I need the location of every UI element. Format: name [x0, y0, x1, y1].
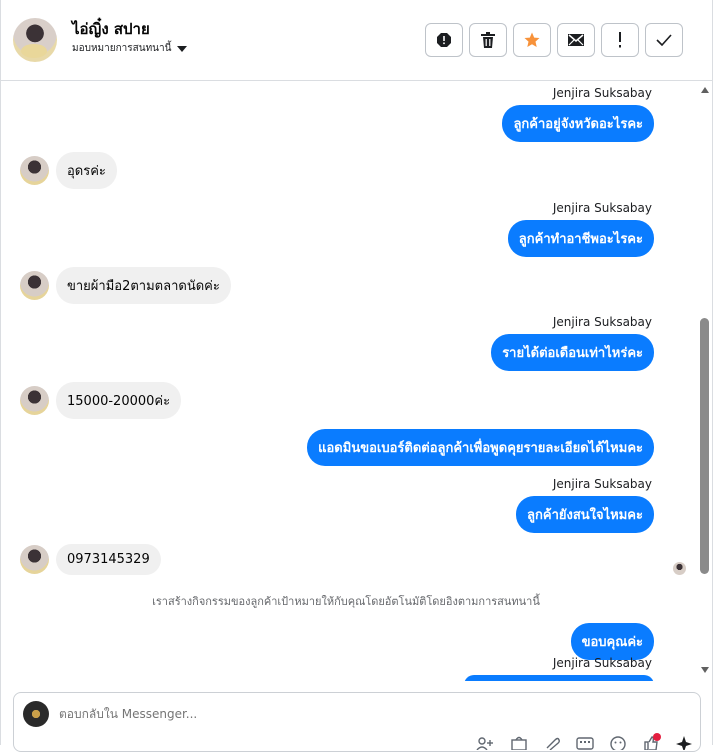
outgoing-message[interactable]: รายได้ต่อเดือนเท่าไหร่คะ [491, 334, 654, 371]
contact-avatar-small[interactable] [20, 156, 49, 185]
mail-icon [568, 34, 584, 46]
incoming-message-row: ขายผ้ามือ2ตามตลาดนัดค่ะ [20, 267, 231, 304]
sender-name: Jenjira Suksabay [552, 86, 652, 100]
spam-icon [437, 33, 451, 47]
conversation-window: ไอ่ญิ๋ง สปาย มอบหมายการสนทนานี้ Jenjira … [0, 0, 713, 752]
incoming-message[interactable]: อุดรค่ะ [56, 152, 117, 189]
reply-input[interactable] [59, 707, 459, 721]
incoming-message-row: อุดรค่ะ [20, 152, 117, 189]
reply-box [13, 692, 701, 752]
contact-avatar-small[interactable] [20, 271, 49, 300]
add-person-icon[interactable] [476, 735, 496, 751]
incoming-message[interactable]: 0973145329 [56, 544, 161, 575]
scroll-up-arrow-icon[interactable] [701, 87, 709, 93]
contact-name[interactable]: ไอ่ญิ๋ง สปาย [72, 17, 150, 41]
scrollbar-thumb[interactable] [700, 318, 709, 574]
shopping-bag-icon[interactable] [509, 735, 529, 751]
incoming-message[interactable]: 15000-20000ค่ะ [56, 382, 182, 419]
trash-icon [481, 32, 495, 48]
star-button[interactable] [513, 23, 551, 57]
sender-name: Jenjira Suksabay [552, 315, 652, 329]
outgoing-message-partial[interactable] [464, 675, 654, 681]
mark-unread-button[interactable] [557, 23, 595, 57]
attachment-icon[interactable] [542, 735, 562, 751]
emoji-icon[interactable] [608, 735, 628, 752]
assign-conversation-dropdown[interactable]: มอบหมายการสนทนานี้ [72, 41, 188, 56]
mark-spam-button[interactable] [425, 23, 463, 57]
sparkle-icon[interactable] [674, 735, 694, 752]
outgoing-message[interactable]: ลูกค้าอยู่จังหวัดอะไรคะ [502, 105, 654, 142]
conversation-header: ไอ่ญิ๋ง สปาย มอบหมายการสนทนานี้ [1, 0, 712, 81]
delete-button[interactable] [469, 23, 507, 57]
caret-down-icon [177, 45, 188, 52]
incoming-message-row: 0973145329 [20, 544, 161, 575]
exclamation-icon [619, 32, 621, 48]
follow-up-button[interactable] [601, 23, 639, 57]
incoming-message[interactable]: ขายผ้ามือ2ตามตลาดนัดค่ะ [56, 267, 231, 304]
scroll-down-arrow-icon[interactable] [701, 667, 709, 673]
contact-avatar-small[interactable] [20, 386, 49, 415]
contact-avatar-small[interactable] [20, 545, 49, 574]
header-actions [425, 23, 683, 57]
seen-indicator-avatar [673, 562, 686, 575]
check-icon [656, 34, 672, 46]
outgoing-message[interactable]: ขอบคุณค่ะ [570, 623, 654, 660]
keyboard-icon[interactable] [575, 735, 595, 750]
notification-dot [653, 733, 661, 741]
mark-done-button[interactable] [645, 23, 683, 57]
sender-name: Jenjira Suksabay [552, 477, 652, 491]
assign-label: มอบหมายการสนทนานี้ [72, 43, 172, 54]
contact-avatar[interactable] [13, 18, 57, 62]
page-avatar [23, 701, 49, 727]
system-notice: เราสร้างกิจกรรมของลูกค้าเป้าหมายให้กับคุ… [152, 595, 540, 608]
outgoing-message[interactable]: แอดมินขอเบอร์ติดต่อลูกค้าเพื่อพูดคุยรายล… [307, 429, 654, 466]
message-thread[interactable]: Jenjira Suksabay ลูกค้าอยู่จังหวัดอะไรคะ… [1, 81, 698, 681]
reply-toolbar [476, 735, 694, 752]
incoming-message-row: 15000-20000ค่ะ [20, 382, 182, 419]
star-icon [524, 32, 540, 47]
sender-name: Jenjira Suksabay [552, 656, 652, 670]
thread-scrollbar[interactable] [699, 81, 711, 681]
sender-name: Jenjira Suksabay [552, 201, 652, 215]
outgoing-message[interactable]: ลูกค้ายังสนใจไหมคะ [516, 496, 654, 533]
outgoing-message[interactable]: ลูกค้าทำอาชีพอะไรคะ [507, 220, 654, 257]
